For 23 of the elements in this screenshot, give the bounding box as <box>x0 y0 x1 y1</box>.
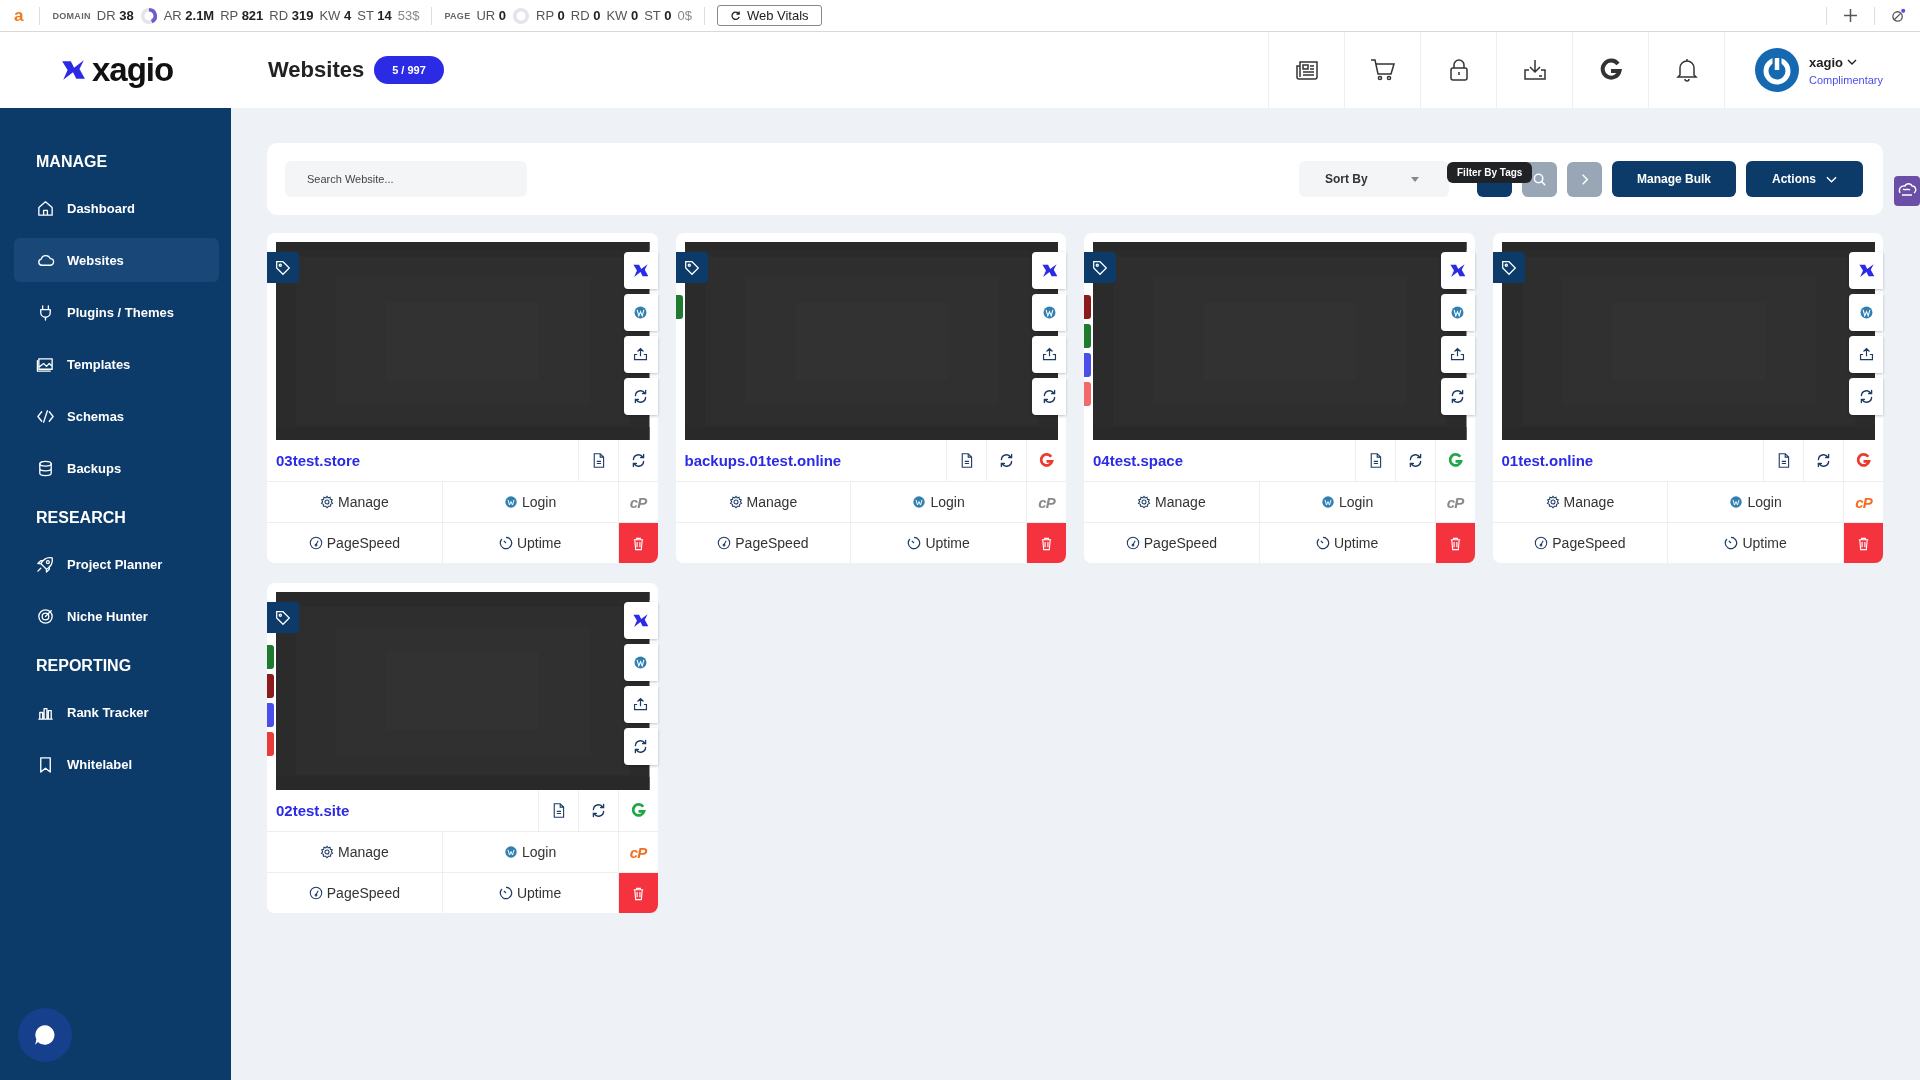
metric: RD 319 <box>269 8 314 23</box>
metric-group-label: PAGE <box>444 10 471 21</box>
metric: RP 821 <box>220 8 264 23</box>
metric-cost: 53$ <box>397 8 420 23</box>
metric: AR 2.1M <box>163 8 215 23</box>
metric-group-label: DOMAIN <box>52 10 91 21</box>
metric: KW 0 <box>606 8 639 23</box>
section-heading: RESEARCH <box>35 508 127 528</box>
metric-cost: 0$ <box>677 8 692 23</box>
page-title: Websites <box>268 57 365 83</box>
metric: RP 0 <box>536 8 565 23</box>
count-badge: 5 / 997 <box>374 56 444 84</box>
metric: UR 0 <box>476 8 507 23</box>
metric: DR 38 <box>96 8 134 23</box>
metric: RD 0 <box>570 8 601 23</box>
user-plan: Complimentary <box>1809 73 1883 86</box>
metric: KW 4 <box>319 8 352 23</box>
metric: ST 0 <box>644 8 672 23</box>
tooltip: Filter By Tags <box>1447 161 1533 183</box>
section-heading: MANAGE <box>35 152 109 172</box>
metric: ST 14 <box>357 8 392 23</box>
section-heading: REPORTING <box>35 656 133 676</box>
logo-text: xagio <box>92 51 174 89</box>
